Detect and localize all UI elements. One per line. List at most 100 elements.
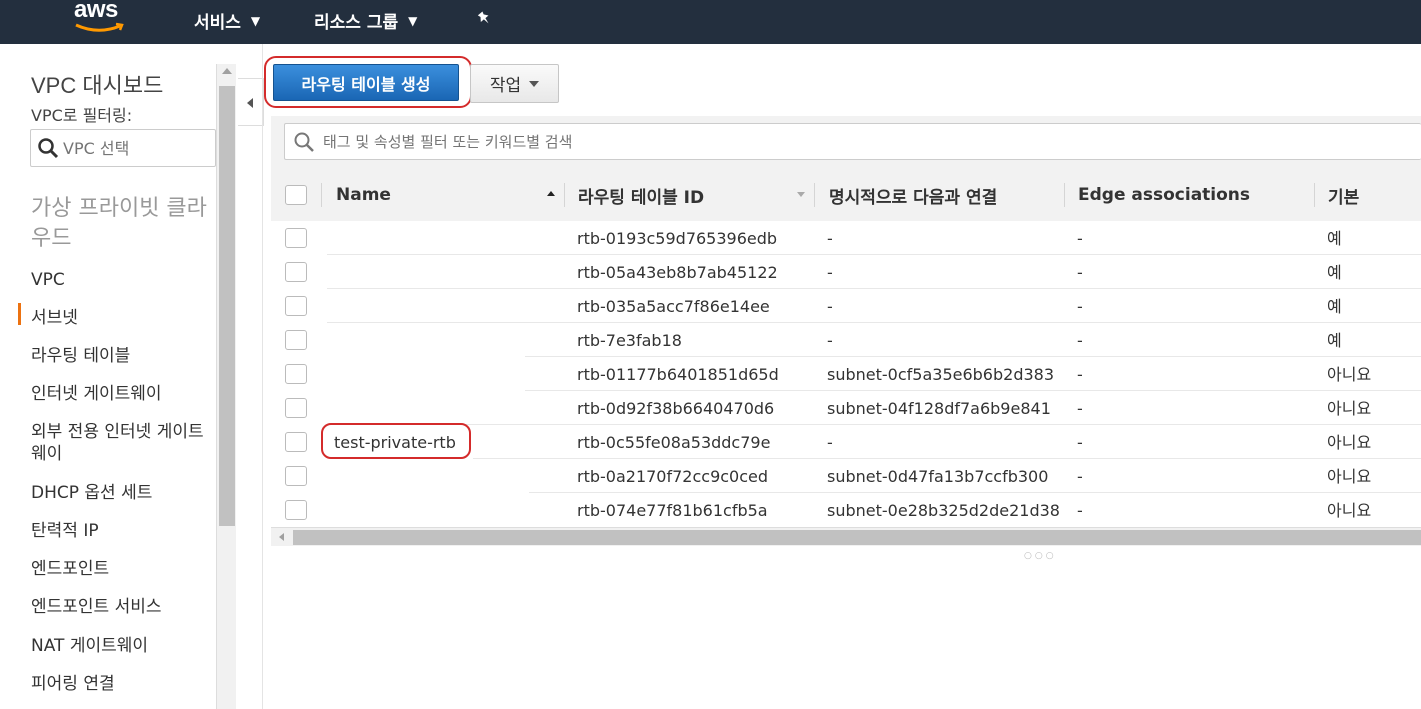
resize-grip-icon[interactable]: ○○○ (1024, 551, 1057, 561)
table-row[interactable]: rtb-035a5acc7f86e14ee - - 예 (271, 289, 1421, 323)
cell-route-table-id: rtb-074e77f81b61cfb5a (577, 500, 768, 520)
row-checkbox[interactable] (285, 262, 307, 282)
cell-explicit-association: - (827, 228, 833, 248)
sidebar-item-subnets[interactable]: 서브넷 (31, 307, 211, 329)
table-row[interactable]: rtb-05a43eb8b7ab45122 - - 예 (271, 255, 1421, 289)
table-horizontal-scrollbar[interactable] (271, 527, 1421, 546)
cell-route-table-id: rtb-05a43eb8b7ab45122 (577, 262, 778, 282)
sidebar-item-nat-gateways[interactable]: NAT 게이트웨이 (31, 635, 211, 657)
sidebar-item-elastic-ip[interactable]: 탄력적 IP (31, 520, 211, 542)
table-header: Name 라우팅 테이블 ID 명시적으로 다음과 연결 Edge associ… (271, 169, 1421, 221)
sidebar-item-endpoint-services[interactable]: 엔드포인트 서비스 (31, 596, 211, 618)
sidebar-item-route-tables[interactable]: 라우팅 테이블 (31, 345, 211, 367)
column-divider[interactable] (1314, 183, 1315, 207)
column-divider[interactable] (1064, 183, 1065, 207)
table-row[interactable]: rtb-01177b6401851d65d subnet-0cf5a35e6b6… (271, 357, 1421, 391)
sort-descending-icon[interactable] (797, 192, 805, 197)
vpc-select[interactable] (30, 129, 216, 167)
cell-route-table-id: rtb-01177b6401851d65d (577, 364, 779, 384)
table-row[interactable]: rtb-0d92f38b6640470d6 subnet-04f128df7a6… (271, 391, 1421, 425)
actions-button[interactable]: 작업 (470, 64, 559, 103)
services-label: 서비스 (194, 13, 241, 33)
row-checkbox[interactable] (285, 432, 307, 452)
row-checkbox[interactable] (285, 500, 307, 520)
table-row[interactable]: rtb-074e77f81b61cfb5a subnet-0e28b325d2d… (271, 493, 1421, 527)
cell-edge-associations: - (1077, 262, 1083, 282)
scrollbar-thumb[interactable] (293, 530, 1421, 545)
row-checkbox[interactable] (285, 228, 307, 248)
resource-groups-menu[interactable]: 리소스 그룹 ▼ (314, 8, 417, 33)
cell-route-table-id: rtb-035a5acc7f86e14ee (577, 296, 770, 316)
sidebar-item-vpc[interactable]: VPC (31, 269, 211, 291)
table-row[interactable]: rtb-7e3fab18 - - 예 (271, 323, 1421, 357)
caret-down-icon (529, 80, 540, 87)
sort-ascending-icon[interactable] (547, 191, 555, 196)
row-checkbox[interactable] (285, 364, 307, 384)
highlight-annotation (264, 56, 472, 108)
row-checkbox[interactable] (285, 398, 307, 418)
search-bar[interactable] (284, 123, 1421, 160)
cell-main: 예 (1327, 297, 1342, 316)
sidebar-section-vpc: 가상 프라이빗 클라우드 (31, 196, 207, 251)
cell-edge-associations: - (1077, 330, 1083, 350)
scroll-up-icon[interactable] (222, 68, 232, 74)
row-checkbox-cell (285, 391, 307, 425)
services-menu[interactable]: 서비스 ▼ (194, 8, 260, 33)
vpc-filter-label: VPC로 필터링: (31, 106, 133, 125)
column-header-main[interactable]: 기본 (1328, 169, 1359, 221)
table-row[interactable]: rtb-0193c59d765396edb - - 예 (271, 221, 1421, 255)
sidebar-item-internet-gateways[interactable]: 인터넷 게이트웨이 (31, 383, 211, 405)
column-header-explicit-association[interactable]: 명시적으로 다음과 연결 (829, 169, 997, 221)
vpc-select-input[interactable] (63, 138, 203, 158)
table-row[interactable]: rtb-0a2170f72cc9c0ced subnet-0d47fa13b7c… (271, 459, 1421, 493)
cell-edge-associations: - (1077, 228, 1083, 248)
cell-main: 아니요 (1327, 399, 1372, 418)
cell-edge-associations: - (1077, 466, 1083, 486)
column-header-name[interactable]: Name (336, 169, 391, 221)
column-header-edge-associations[interactable]: Edge associations (1078, 169, 1250, 221)
sidebar-item-peering[interactable]: 피어링 연결 (31, 673, 211, 695)
row-checkbox-cell (285, 493, 307, 527)
cell-explicit-association: subnet-0cf5a35e6b6b2d383 (827, 364, 1055, 384)
chevron-down-icon: ▼ (250, 13, 261, 28)
divider (262, 44, 263, 709)
cell-main: 예 (1327, 229, 1342, 248)
column-divider[interactable] (564, 183, 565, 207)
collapse-sidebar-button[interactable] (238, 78, 264, 126)
cell-edge-associations: - (1077, 500, 1083, 520)
cell-route-table-id: rtb-0d92f38b6640470d6 (577, 398, 775, 418)
cell-main: 아니요 (1327, 467, 1372, 486)
sidebar-item-dhcp-options[interactable]: DHCP 옵션 세트 (31, 482, 211, 504)
sidebar-item-endpoints[interactable]: 엔드포인트 (31, 558, 211, 580)
cell-edge-associations: - (1077, 296, 1083, 316)
select-all-checkbox[interactable] (285, 185, 307, 205)
sidebar-scrollbar[interactable] (216, 64, 236, 709)
row-checkbox-cell (285, 425, 307, 459)
highlight-annotation (321, 423, 471, 459)
row-checkbox-cell (285, 255, 307, 289)
sidebar-item-egress-only-igw[interactable]: 외부 전용 인터넷 게이트웨이 (31, 421, 211, 465)
vpc-dashboard-link[interactable]: VPC 대시보드 (31, 68, 163, 100)
scroll-left-icon[interactable] (279, 533, 284, 541)
chevron-down-icon: ▼ (408, 13, 418, 28)
cell-explicit-association: subnet-0e28b325d2de21d38 (827, 500, 1060, 520)
cell-main: 아니요 (1327, 365, 1372, 384)
cell-main: 예 (1327, 331, 1342, 350)
aws-logo[interactable]: aws (74, 0, 118, 24)
pin-icon[interactable] (476, 10, 492, 26)
cell-main: 예 (1327, 263, 1342, 282)
row-checkbox-cell (285, 221, 307, 255)
cell-edge-associations: - (1077, 398, 1083, 418)
cell-route-table-id: rtb-0193c59d765396edb (577, 228, 778, 248)
row-checkbox[interactable] (285, 466, 307, 486)
search-input[interactable] (323, 132, 1323, 151)
cell-explicit-association: - (827, 432, 833, 452)
scrollbar-thumb[interactable] (219, 86, 235, 526)
column-divider[interactable] (814, 183, 815, 207)
row-checkbox[interactable] (285, 296, 307, 316)
cell-explicit-association: - (827, 296, 833, 316)
row-checkbox[interactable] (285, 330, 307, 350)
cell-route-table-id: rtb-0a2170f72cc9c0ced (577, 466, 769, 486)
column-header-route-table-id[interactable]: 라우팅 테이블 ID (578, 169, 704, 221)
resource-groups-label: 리소스 그룹 (314, 13, 399, 33)
